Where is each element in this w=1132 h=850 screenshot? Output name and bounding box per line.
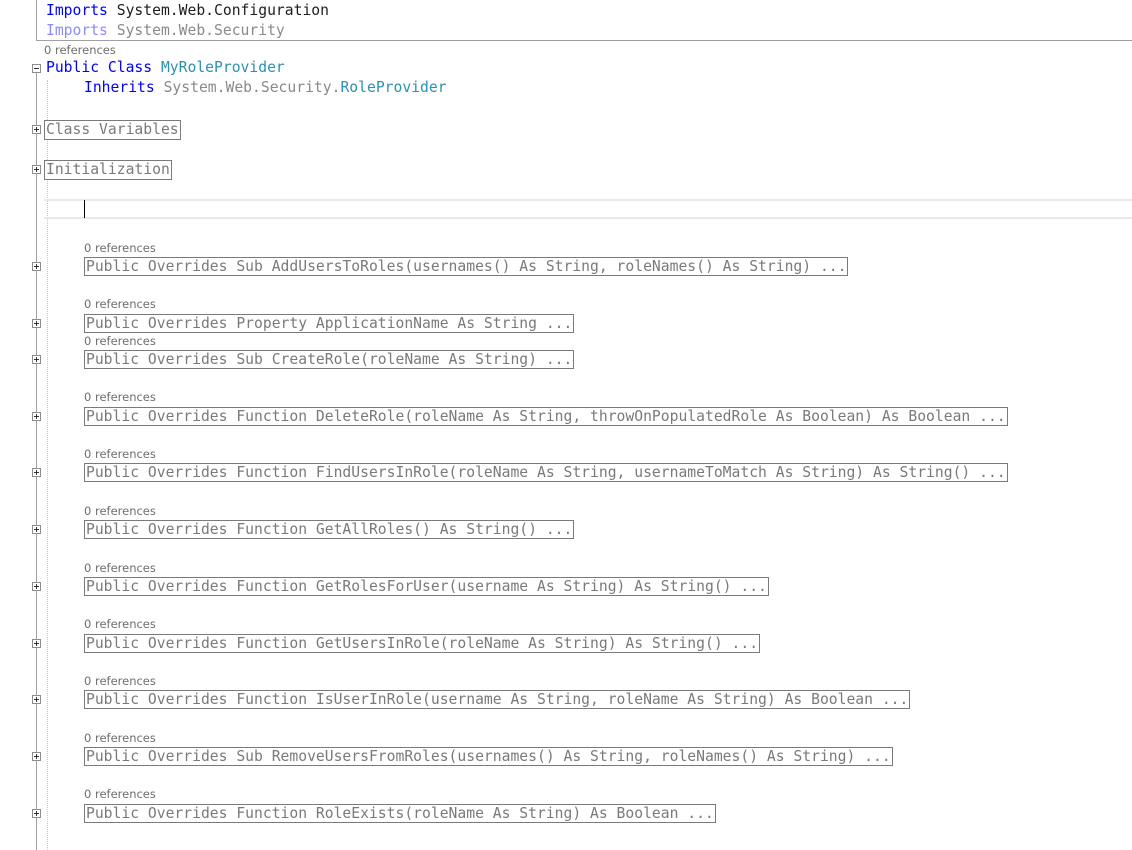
inherits-line[interactable]: Inherits System.Web.Security.RoleProvide… [84,79,447,97]
member-codelens[interactable]: 0 references [84,505,156,518]
expand-region-toggle[interactable] [32,125,41,134]
expand-member-toggle[interactable] [32,468,41,477]
member-application-name[interactable]: Public Overrides Property ApplicationNam… [84,314,575,333]
member-add-users-to-roles[interactable]: Public Overrides Sub AddUsersToRoles(use… [84,257,849,276]
member-create-role[interactable]: Public Overrides Sub CreateRole(roleName… [84,350,575,369]
imports-outline-line [36,0,37,41]
member-codelens[interactable]: 0 references [84,335,156,348]
member-get-users-in-role[interactable]: Public Overrides Function GetUsersInRole… [84,634,761,653]
imports-outline-separator [36,40,1132,41]
expand-member-toggle[interactable] [32,809,41,818]
member-role-exists[interactable]: Public Overrides Function RoleExists(rol… [84,804,716,823]
expand-member-toggle[interactable] [32,639,41,648]
inherits-namespace: System.Web.Security. [163,79,341,96]
expand-member-toggle[interactable] [32,695,41,704]
collapse-class-toggle[interactable] [32,64,41,73]
region-class-variables[interactable]: Class Variables [44,120,181,140]
member-get-roles-for-user[interactable]: Public Overrides Function GetRolesForUse… [84,577,769,596]
imports-keyword: Imports [46,2,108,19]
member-codelens[interactable]: 0 references [84,732,156,745]
expand-member-toggle[interactable] [32,752,41,761]
expand-member-toggle[interactable] [32,582,41,591]
member-codelens[interactable]: 0 references [84,298,156,311]
member-codelens[interactable]: 0 references [84,391,156,404]
class-outline-line [36,73,37,850]
member-find-users-in-role[interactable]: Public Overrides Function FindUsersInRol… [84,463,1008,482]
member-codelens[interactable]: 0 references [84,675,156,688]
member-codelens[interactable]: 0 references [84,448,156,461]
import-line-unused[interactable]: Imports System.Web.Security [46,22,285,40]
member-codelens[interactable]: 0 references [84,562,156,575]
member-codelens[interactable]: 0 references [84,788,156,801]
expand-member-toggle[interactable] [32,262,41,271]
imports-keyword: Imports [46,22,108,39]
inherits-type: RoleProvider [340,79,447,96]
expand-member-toggle[interactable] [32,355,41,364]
member-codelens[interactable]: 0 references [84,242,156,255]
inherits-keyword: Inherits [84,79,155,96]
indent-guide [47,80,48,850]
expand-member-toggle[interactable] [32,319,41,328]
expand-member-toggle[interactable] [32,525,41,534]
class-name: MyRoleProvider [160,59,285,76]
current-line-highlight [44,199,1132,219]
public-class-keyword: Public Class [46,59,153,76]
text-caret [84,200,85,218]
expand-region-toggle[interactable] [32,165,41,174]
member-get-all-roles[interactable]: Public Overrides Function GetAllRoles() … [84,520,575,539]
member-codelens[interactable]: 0 references [84,618,156,631]
import-namespace: System.Web.Configuration [116,2,329,19]
expand-member-toggle[interactable] [32,412,41,421]
member-is-user-in-role[interactable]: Public Overrides Function IsUserInRole(u… [84,690,911,709]
import-namespace: System.Web.Security [116,22,285,39]
code-editor[interactable]: Imports System.Web.Configuration Imports… [0,0,1132,850]
member-remove-users-from-roles[interactable]: Public Overrides Sub RemoveUsersFromRole… [84,747,893,766]
region-initialization[interactable]: Initialization [44,160,172,180]
class-codelens[interactable]: 0 references [44,44,116,57]
class-declaration[interactable]: Public Class MyRoleProvider [46,59,285,77]
member-delete-role[interactable]: Public Overrides Function DeleteRole(rol… [84,407,1008,426]
import-line[interactable]: Imports System.Web.Configuration [46,2,329,20]
